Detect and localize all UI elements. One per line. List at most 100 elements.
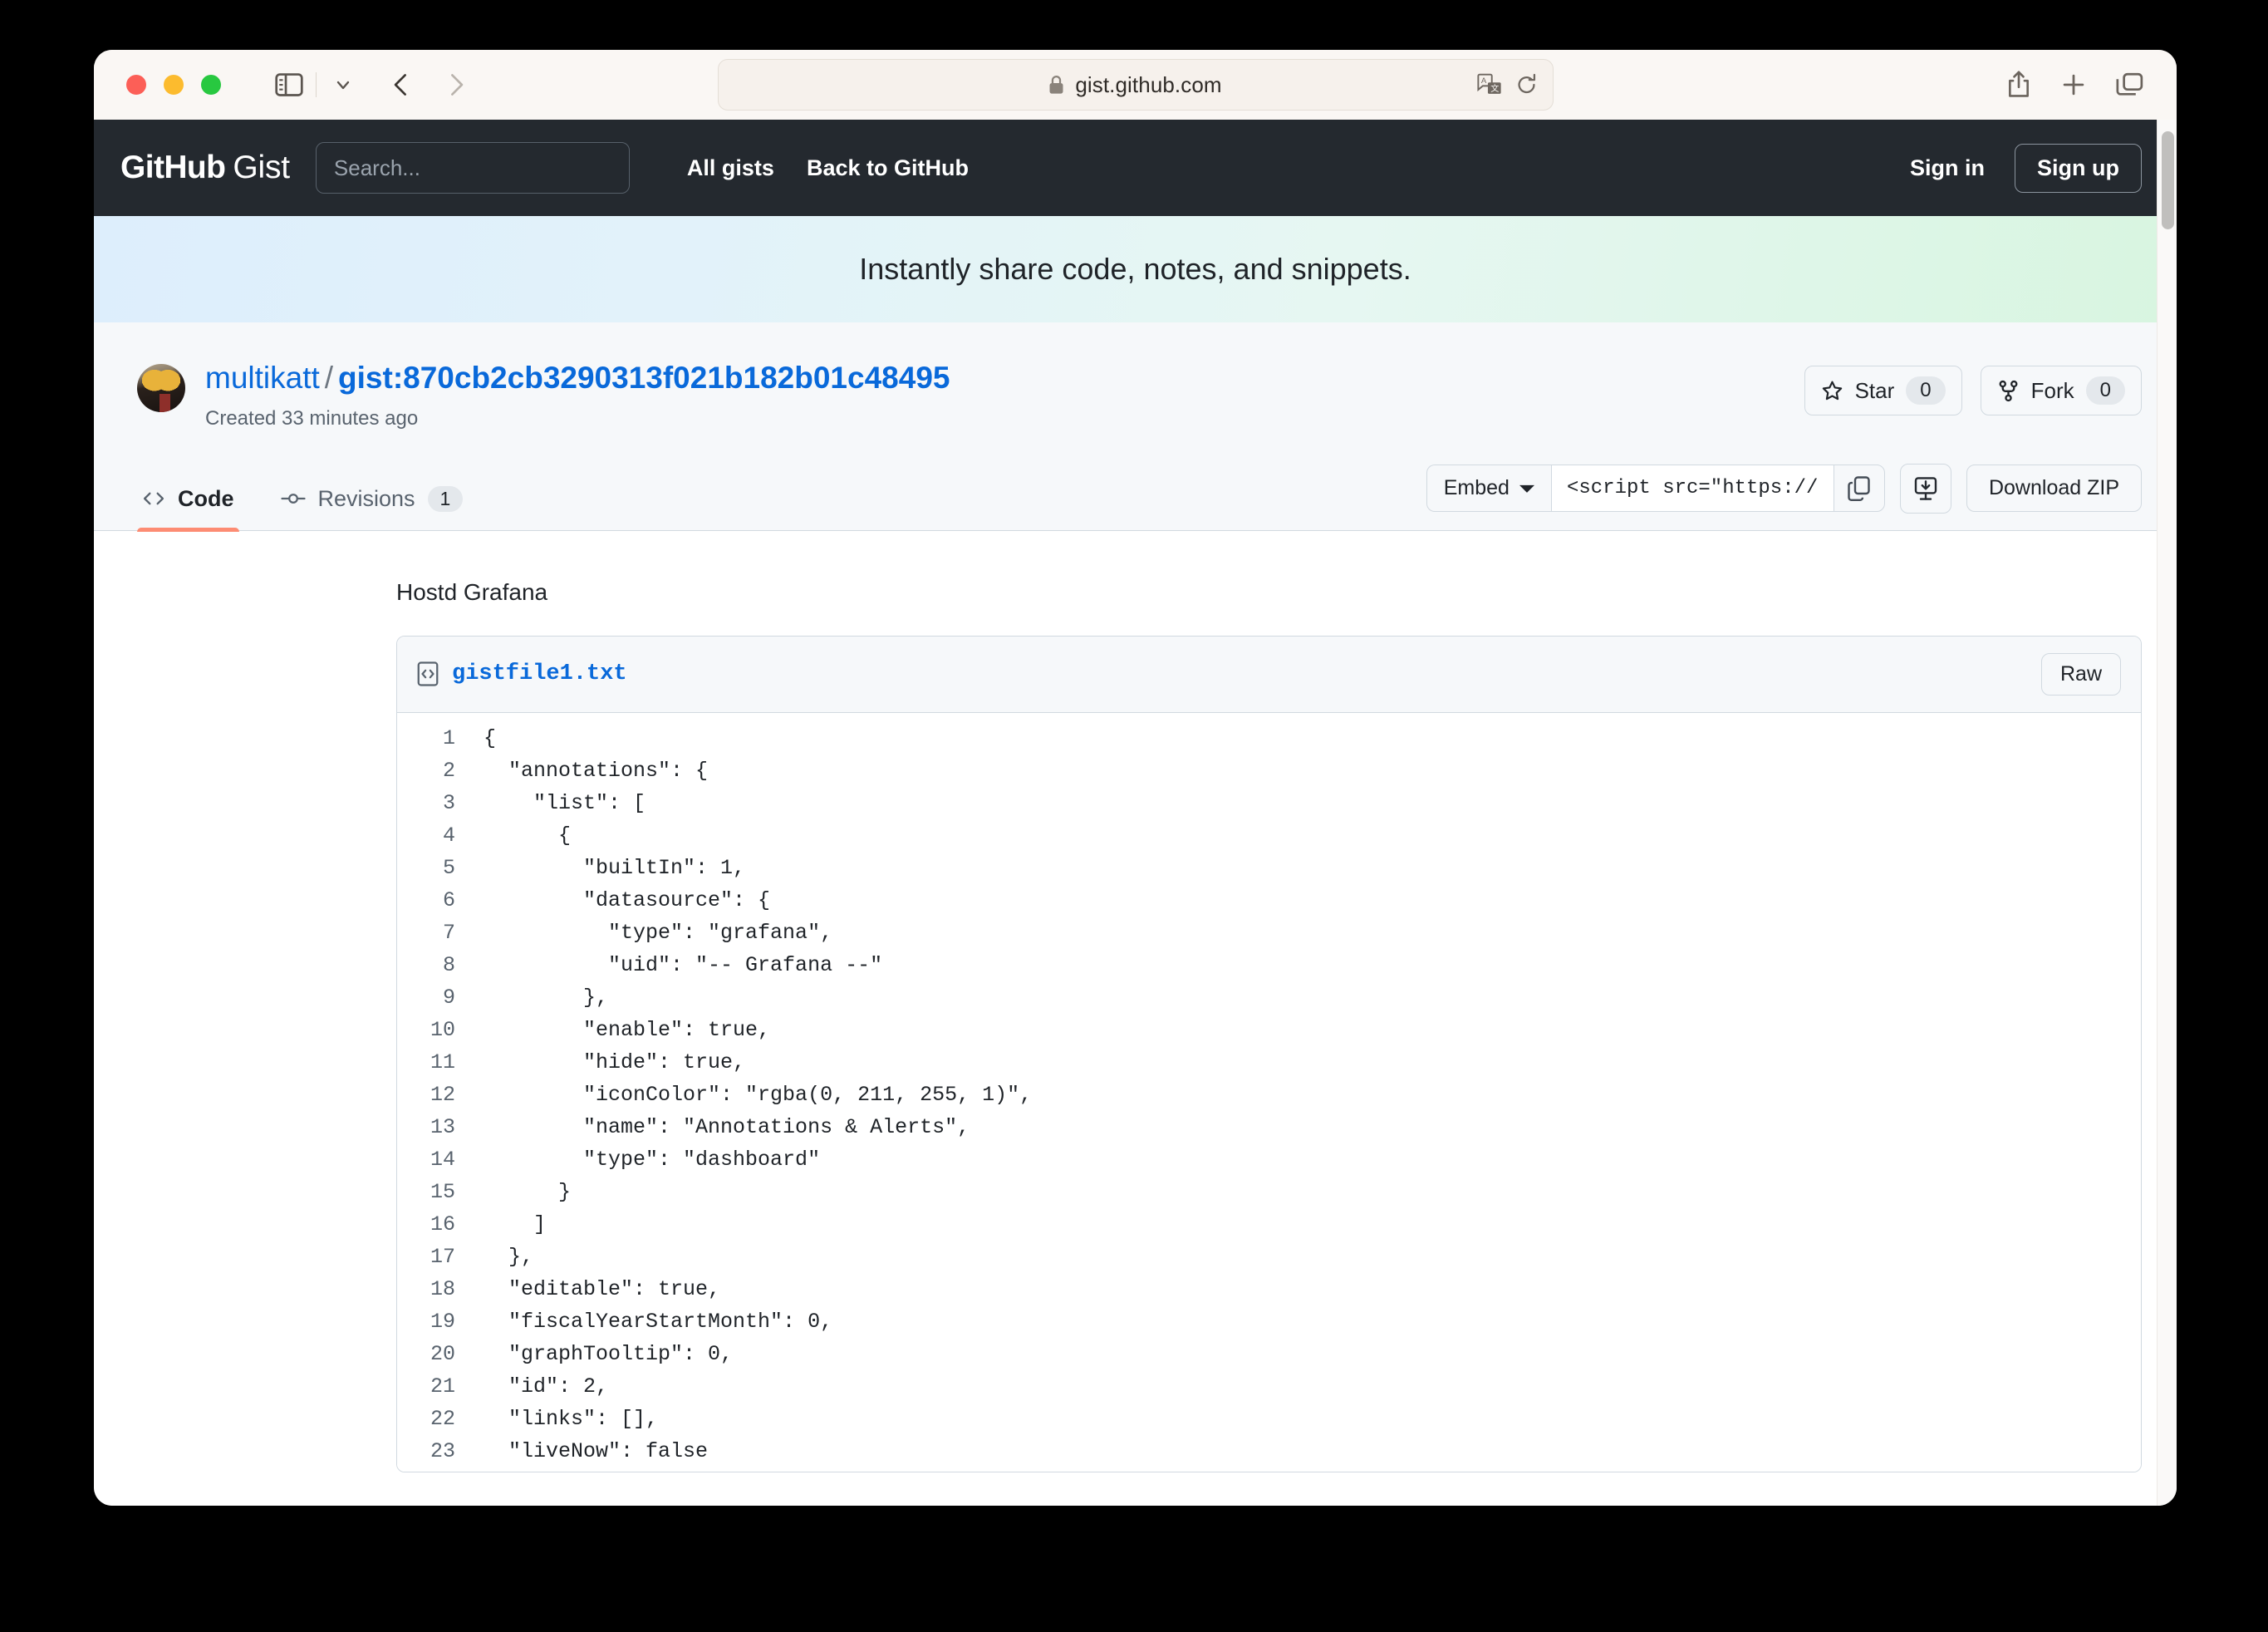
code-table: 1{2 "annotations": {3 "list": [4 {5 "bui… <box>397 725 2141 1472</box>
line-content: "liveNow": false <box>484 1438 709 1463</box>
line-number[interactable]: 20 <box>397 1342 477 1374</box>
gist-created-timestamp: Created 33 minutes ago <box>205 406 419 430</box>
minimize-window-button[interactable] <box>164 75 184 95</box>
line-number[interactable]: 12 <box>397 1083 477 1115</box>
search-input[interactable] <box>315 142 630 194</box>
nav-all-gists[interactable]: All gists <box>687 155 774 181</box>
line-number[interactable]: 22 <box>397 1407 477 1439</box>
header-auth-actions: Sign in Sign up <box>1910 143 2177 193</box>
code-line: 1{ <box>397 726 2141 759</box>
code-line: 6 "datasource": { <box>397 888 2141 921</box>
star-button[interactable]: Star 0 <box>1804 366 1962 415</box>
sign-in-link[interactable]: Sign in <box>1910 155 1985 181</box>
maximize-window-button[interactable] <box>201 75 221 95</box>
code-line: 15 } <box>397 1180 2141 1212</box>
line-content: "iconColor": "rgba(0, 211, 255, 1)", <box>484 1082 1033 1107</box>
forward-arrow-icon <box>434 63 478 106</box>
chevron-down-icon <box>1519 483 1534 494</box>
plus-icon[interactable] <box>2060 71 2087 98</box>
line-number[interactable]: 8 <box>397 953 477 986</box>
line-content: "type": "dashboard" <box>484 1147 821 1172</box>
revisions-icon <box>280 488 306 509</box>
raw-button[interactable]: Raw <box>2040 652 2121 696</box>
line-number[interactable]: 2 <box>397 759 477 791</box>
code-line: 18 "editable": true, <box>397 1277 2141 1310</box>
line-number[interactable]: 3 <box>397 791 477 823</box>
line-number[interactable]: 1 <box>397 726 477 759</box>
copy-icon[interactable] <box>1833 465 1885 513</box>
code-line: 23 "liveNow": false <box>397 1439 2141 1472</box>
code-line: 13 "name": "Annotations & Alerts", <box>397 1115 2141 1148</box>
tab-code[interactable]: Code <box>137 476 239 532</box>
code-line: 22 "links": [], <box>397 1407 2141 1439</box>
line-number[interactable]: 19 <box>397 1310 477 1342</box>
line-number[interactable]: 17 <box>397 1245 477 1277</box>
tab-overview-icon[interactable] <box>2115 71 2143 98</box>
embed-dropdown-button[interactable]: Embed <box>1426 465 1551 513</box>
line-number[interactable]: 14 <box>397 1148 477 1180</box>
line-content: "type": "grafana", <box>484 920 833 945</box>
embed-url-input[interactable] <box>1550 465 1834 513</box>
code-line: 20 "graphTooltip": 0, <box>397 1342 2141 1374</box>
translate-icon[interactable]: A 文 <box>1476 73 1502 96</box>
gist-owner-link[interactable]: multikatt <box>205 361 320 395</box>
line-content: }, <box>484 985 609 1010</box>
tab-revisions-label: Revisions <box>317 485 415 511</box>
file-name-link[interactable]: gistfile1.txt <box>452 661 627 686</box>
line-number[interactable]: 10 <box>397 1018 477 1050</box>
share-icon[interactable] <box>2005 70 2032 100</box>
line-number[interactable]: 13 <box>397 1115 477 1148</box>
logo-github-text: GitHub <box>120 150 226 185</box>
gist-logo[interactable]: GitHub Gist <box>120 150 290 186</box>
file-card: gistfile1.txt Raw 1{2 "annotations": {3 … <box>396 635 2142 1472</box>
avatar[interactable] <box>137 364 185 412</box>
address-bar[interactable]: gist.github.com A 文 <box>717 59 1554 111</box>
embed-dropdown-label: Embed <box>1443 476 1510 500</box>
line-content: ] <box>484 1212 547 1236</box>
close-window-button[interactable] <box>126 75 146 95</box>
line-content: { <box>484 725 497 750</box>
line-number[interactable]: 5 <box>397 856 477 888</box>
nav-back-to-github[interactable]: Back to GitHub <box>807 155 969 181</box>
chevron-down-icon[interactable] <box>322 63 365 106</box>
gist-action-buttons: Star 0 Fork 0 <box>1804 361 2142 415</box>
window-controls[interactable] <box>126 75 221 95</box>
sidebar-icon[interactable] <box>268 63 311 106</box>
code-lines: 1{2 "annotations": {3 "list": [4 {5 "bui… <box>397 726 2141 1472</box>
tab-revisions[interactable]: Revisions 1 <box>276 476 469 530</box>
line-number[interactable]: 16 <box>397 1212 477 1245</box>
fork-label: Fork <box>2030 377 2074 403</box>
line-content: "list": [ <box>484 790 646 815</box>
line-number[interactable]: 7 <box>397 921 477 953</box>
fork-button[interactable]: Fork 0 <box>1980 366 2142 415</box>
embed-toolbar: Embed <script src="https:// Download ZIP <box>1426 463 2142 530</box>
line-content: "id": 2, <box>484 1374 609 1399</box>
desktop-download-icon[interactable] <box>1899 463 1951 514</box>
download-zip-button[interactable]: Download ZIP <box>1966 465 2142 513</box>
code-line: 2 "annotations": { <box>397 759 2141 791</box>
line-number[interactable]: 11 <box>397 1050 477 1083</box>
line-content: "annotations": { <box>484 758 709 783</box>
line-number[interactable]: 23 <box>397 1439 477 1472</box>
line-number[interactable]: 15 <box>397 1180 477 1212</box>
page-scrollbar[interactable] <box>2157 120 2177 1506</box>
title-separator: / <box>324 361 334 395</box>
lock-icon <box>1048 75 1064 95</box>
line-content: "graphTooltip": 0, <box>484 1341 734 1366</box>
code-line: 3 "list": [ <box>397 791 2141 823</box>
line-number[interactable]: 4 <box>397 823 477 856</box>
line-number[interactable]: 18 <box>397 1277 477 1310</box>
line-number[interactable]: 6 <box>397 888 477 921</box>
sign-up-button[interactable]: Sign up <box>2015 143 2142 193</box>
gist-name-link[interactable]: gist:870cb2cb3290313f021b182b01c48495 <box>338 361 950 395</box>
line-number[interactable]: 9 <box>397 986 477 1018</box>
svg-text:A: A <box>1480 76 1486 86</box>
line-content: } <box>484 1179 572 1204</box>
back-arrow-icon[interactable] <box>380 63 423 106</box>
page-scrollbar-thumb[interactable] <box>2162 131 2174 229</box>
page-title: multikatt / gist:870cb2cb3290313f021b182b0… <box>205 361 950 396</box>
code-line: 10 "enable": true, <box>397 1018 2141 1050</box>
line-number[interactable]: 21 <box>397 1374 477 1407</box>
reload-icon[interactable] <box>1515 73 1538 96</box>
revisions-count-badge: 1 <box>427 485 464 512</box>
